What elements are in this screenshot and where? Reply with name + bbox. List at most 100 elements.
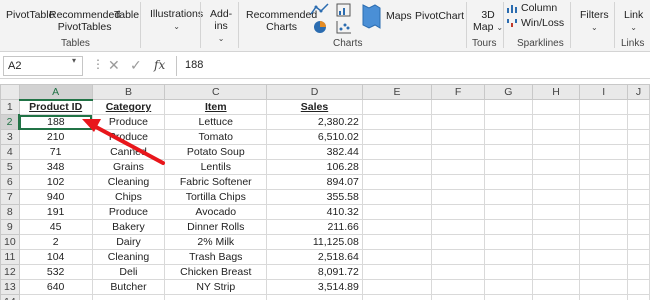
cell[interactable] xyxy=(431,114,485,130)
cell[interactable] xyxy=(483,219,533,235)
cell[interactable] xyxy=(483,144,533,160)
more-icon[interactable]: ⋮ xyxy=(92,57,104,71)
cell[interactable] xyxy=(579,114,628,130)
cell[interactable] xyxy=(531,174,581,190)
cell[interactable] xyxy=(627,99,650,115)
select-all-corner[interactable] xyxy=(0,84,20,100)
cell-item[interactable]: Lettuce xyxy=(164,114,268,130)
cell[interactable] xyxy=(627,219,650,235)
cell[interactable] xyxy=(361,219,433,235)
cell[interactable] xyxy=(361,129,433,145)
cell-category[interactable]: Cleaning xyxy=(91,249,166,265)
cell[interactable] xyxy=(627,249,650,265)
cell[interactable] xyxy=(579,249,628,265)
cell[interactable] xyxy=(579,264,628,280)
link-button[interactable]: Link ⌄ xyxy=(624,9,643,34)
cell[interactable] xyxy=(531,99,581,115)
cell-product-id[interactable]: 188 xyxy=(18,114,93,130)
cell[interactable] xyxy=(483,294,533,300)
row-header[interactable]: 5 xyxy=(0,159,20,175)
cell[interactable] xyxy=(483,189,533,205)
name-box[interactable]: A2 xyxy=(3,56,83,76)
column-header[interactable]: H xyxy=(531,84,581,100)
cell[interactable] xyxy=(579,189,628,205)
cell-category[interactable]: Produce xyxy=(91,114,166,130)
cell-category[interactable]: Deli xyxy=(91,264,166,280)
cell[interactable] xyxy=(579,144,628,160)
cell-item[interactable]: Lentils xyxy=(164,159,268,175)
row-header[interactable]: 9 xyxy=(0,219,20,235)
row-header[interactable]: 10 xyxy=(0,234,20,250)
cell-category[interactable]: Produce xyxy=(91,129,166,145)
header-cell-sales[interactable]: Sales xyxy=(266,99,363,115)
cell[interactable] xyxy=(431,159,485,175)
cell-sales[interactable]: 410.32 xyxy=(266,204,363,220)
cell[interactable] xyxy=(627,294,650,300)
cancel-icon[interactable]: ✕ xyxy=(108,57,120,74)
cell[interactable] xyxy=(627,144,650,160)
cell-item[interactable]: 2% Milk xyxy=(164,234,268,250)
cell[interactable] xyxy=(483,264,533,280)
cell[interactable] xyxy=(431,264,485,280)
cell[interactable] xyxy=(579,294,628,300)
cell[interactable] xyxy=(579,174,628,190)
cell[interactable] xyxy=(531,219,581,235)
cell[interactable] xyxy=(361,249,433,265)
cell-product-id[interactable]: 210 xyxy=(18,129,93,145)
cell[interactable] xyxy=(361,234,433,250)
cell-category[interactable]: Dairy xyxy=(91,234,166,250)
cell[interactable] xyxy=(431,249,485,265)
cell[interactable] xyxy=(483,249,533,265)
cell[interactable] xyxy=(361,114,433,130)
insert-function-icon[interactable]: fx xyxy=(154,58,165,72)
cell-product-id[interactable]: 104 xyxy=(18,249,93,265)
cell[interactable] xyxy=(431,189,485,205)
cell[interactable] xyxy=(531,249,581,265)
cell-sales[interactable]: 355.58 xyxy=(266,189,363,205)
cell-product-id[interactable]: 45 xyxy=(18,219,93,235)
cell[interactable] xyxy=(431,234,485,250)
cell[interactable] xyxy=(531,114,581,130)
cell[interactable] xyxy=(627,129,650,145)
table-button[interactable]: Table xyxy=(114,9,139,21)
cell[interactable] xyxy=(483,159,533,175)
cell[interactable] xyxy=(531,189,581,205)
row-header[interactable]: 13 xyxy=(0,279,20,295)
illustrations-button[interactable]: Illustrations ⌄ xyxy=(150,8,203,33)
cell-category[interactable]: Produce xyxy=(91,204,166,220)
cell[interactable] xyxy=(483,174,533,190)
cell-sales[interactable] xyxy=(266,294,363,300)
cell[interactable] xyxy=(361,99,433,115)
cell[interactable] xyxy=(361,279,433,295)
cell[interactable] xyxy=(431,174,485,190)
cell[interactable] xyxy=(531,204,581,220)
cell-product-id[interactable]: 191 xyxy=(18,204,93,220)
cell[interactable] xyxy=(431,144,485,160)
cell[interactable] xyxy=(579,159,628,175)
enter-icon[interactable]: ✓ xyxy=(130,57,142,74)
cell-item[interactable]: Tortilla Chips xyxy=(164,189,268,205)
cell-product-id[interactable]: 940 xyxy=(18,189,93,205)
column-sparkline-button[interactable]: Column xyxy=(521,2,557,14)
cell[interactable] xyxy=(627,279,650,295)
cell[interactable] xyxy=(531,294,581,300)
cell-sales[interactable]: 211.66 xyxy=(266,219,363,235)
cell[interactable] xyxy=(627,234,650,250)
cell-category[interactable]: Cleaning xyxy=(91,174,166,190)
row-header[interactable]: 14 xyxy=(0,294,20,300)
cell[interactable] xyxy=(531,129,581,145)
cell[interactable] xyxy=(627,189,650,205)
row-header[interactable]: 7 xyxy=(0,189,20,205)
cell-sales[interactable]: 106.28 xyxy=(266,159,363,175)
cell[interactable] xyxy=(531,279,581,295)
cell[interactable] xyxy=(361,189,433,205)
cell[interactable] xyxy=(483,99,533,115)
cell-sales[interactable]: 382.44 xyxy=(266,144,363,160)
column-header[interactable]: E xyxy=(361,84,433,100)
cell-item[interactable]: Chicken Breast xyxy=(164,264,268,280)
cell[interactable] xyxy=(483,114,533,130)
cell[interactable] xyxy=(431,99,485,115)
cell-product-id[interactable]: 102 xyxy=(18,174,93,190)
cell[interactable] xyxy=(579,234,628,250)
cell-item[interactable]: Tomato xyxy=(164,129,268,145)
